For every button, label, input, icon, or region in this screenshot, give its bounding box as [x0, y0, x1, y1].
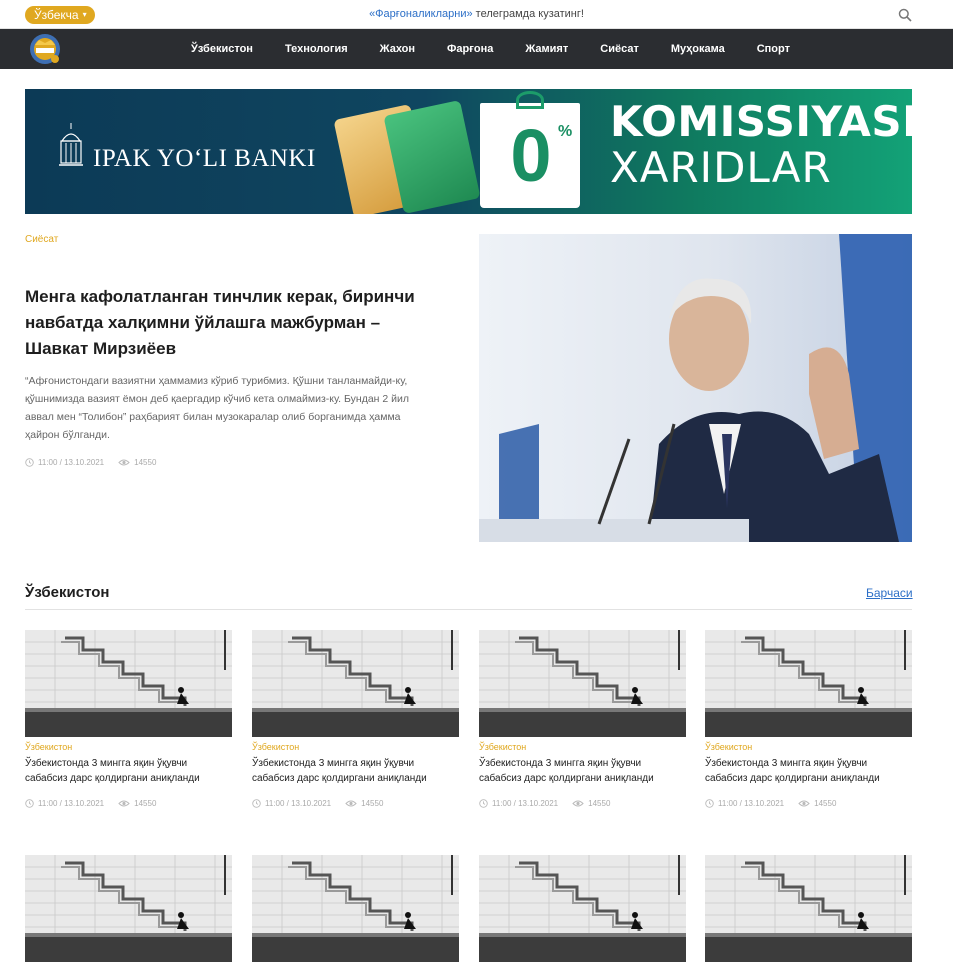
news-card-title[interactable]: Ўзбекистонда 3 мингга яқин ўқувчи сабабс… — [252, 756, 452, 786]
news-card-category[interactable]: Ўзбекистон — [479, 742, 686, 752]
shopping-bag-graphic: 0 % — [480, 91, 580, 208]
main-navbar: Ўзбекистон Технология Жахон Фарғона Жами… — [0, 29, 953, 69]
primary-nav: Ўзбекистон Технология Жахон Фарғона Жами… — [175, 29, 806, 69]
ad-banner[interactable]: IPAK YO‘LI BANKI 0 % KOMISSIYASIZ XARIDL… — [25, 89, 912, 214]
telegram-link[interactable]: «Фарғоналикларни» — [369, 8, 473, 20]
nav-item-society[interactable]: Жамият — [525, 43, 568, 55]
news-card-thumbnail[interactable] — [479, 630, 686, 737]
banner-headline: KOMISSIYASIZ XARIDLAR — [610, 101, 912, 189]
nav-item-sport[interactable]: Спорт — [757, 43, 790, 55]
news-card-time: 11:00 / 13.10.2021 — [38, 799, 105, 808]
news-card-title[interactable]: Ўзбекистонда 3 мингга яқин ўқувчи сабабс… — [25, 756, 225, 786]
clock-icon — [705, 799, 714, 808]
news-card-thumbnail[interactable] — [25, 630, 232, 737]
news-card-views: 14550 — [361, 799, 384, 808]
news-card-views: 14550 — [588, 799, 611, 808]
news-card-time: 11:00 / 13.10.2021 — [492, 799, 559, 808]
news-card-thumbnail[interactable] — [25, 855, 232, 962]
featured-meta: 11:00 / 13.10.2021 14550 — [25, 458, 156, 467]
section-title: Ўзбекистон — [25, 584, 110, 601]
news-card-views: 14550 — [814, 799, 837, 808]
clock-icon — [25, 458, 34, 467]
news-card-thumbnail[interactable] — [705, 855, 912, 962]
eye-icon — [345, 799, 357, 808]
telegram-promo: «Фарғоналикларни» телеграмда кузатинг! — [0, 8, 953, 20]
site-logo[interactable] — [27, 31, 63, 67]
section-divider — [25, 609, 912, 610]
news-card[interactable]: Ўзбекистон Ўзбекистонда 3 мингга яқин ўқ… — [252, 630, 459, 808]
news-card-title[interactable]: Ўзбекистонда 3 мингга яқин ўқувчи сабабс… — [479, 756, 679, 786]
news-card-meta: 11:00 / 13.10.2021 14550 — [25, 799, 232, 808]
news-card-thumbnail[interactable] — [479, 855, 686, 962]
clock-icon — [25, 799, 34, 808]
nav-item-technology[interactable]: Технология — [285, 43, 348, 55]
news-card-thumbnail[interactable] — [705, 630, 912, 737]
featured-excerpt: “Афғонистондаги вазиятни ҳаммамиз кўриб … — [25, 375, 410, 441]
featured-time: 11:00 / 13.10.2021 — [38, 458, 105, 467]
nav-item-politics[interactable]: Сиёсат — [600, 43, 639, 55]
clock-icon — [479, 799, 488, 808]
banner-headline-line1: KOMISSIYASIZ — [610, 97, 912, 146]
bank-name: IPAK YO‘LI BANKI — [93, 145, 316, 172]
news-card-time: 11:00 / 13.10.2021 — [265, 799, 332, 808]
news-card[interactable]: Ўзбекистон Ўзбекистонда 3 мингга яқин ўқ… — [705, 630, 912, 808]
news-card-thumbnail[interactable] — [252, 630, 459, 737]
news-card-category[interactable]: Ўзбекистон — [25, 742, 232, 752]
eye-icon — [118, 458, 130, 467]
news-card[interactable]: Ўзбекистон Ўзбекистонда 3 мингга яқин ўқ… — [479, 630, 686, 808]
news-card-thumbnail[interactable] — [252, 855, 459, 962]
news-card-category[interactable]: Ўзбекистон — [252, 742, 459, 752]
bag-handle — [516, 91, 544, 109]
nav-item-world[interactable]: Жахон — [380, 43, 415, 55]
nav-item-fergana[interactable]: Фарғона — [447, 43, 493, 55]
news-card-time: 11:00 / 13.10.2021 — [718, 799, 785, 808]
news-card-category[interactable]: Ўзбекистон — [705, 742, 912, 752]
eye-icon — [798, 799, 810, 808]
featured-views: 14550 — [134, 458, 157, 467]
clock-icon — [252, 799, 261, 808]
zero-percent-number: 0 — [510, 114, 552, 197]
see-all-link[interactable]: Барчаси — [866, 586, 913, 600]
news-card[interactable]: Ўзбекистон Ўзбекистонда 3 мингга яқин ўқ… — [25, 630, 232, 808]
search-icon[interactable] — [898, 8, 912, 22]
eye-icon — [118, 799, 130, 808]
percent-sign: % — [558, 123, 573, 140]
featured-photo[interactable] — [479, 234, 912, 542]
telegram-promo-text: телеграмда кузатинг! — [472, 8, 584, 20]
news-card-title[interactable]: Ўзбекистонда 3 мингга яқин ўқувчи сабабс… — [705, 756, 905, 786]
news-card-meta: 11:00 / 13.10.2021 14550 — [252, 799, 459, 808]
nav-item-discussion[interactable]: Муҳокама — [671, 43, 725, 55]
news-card-meta: 11:00 / 13.10.2021 14550 — [479, 799, 686, 808]
featured-category[interactable]: Сиёсат — [25, 234, 58, 245]
featured-title[interactable]: Менга кафолатланган тинчлик керак, бирин… — [25, 284, 445, 362]
top-bar: Ўзбекча ▾ «Фарғоналикларни» телеграмда к… — [0, 0, 953, 29]
nav-item-uzbekistan[interactable]: Ўзбекистон — [191, 43, 253, 55]
news-card-views: 14550 — [134, 799, 157, 808]
eye-icon — [572, 799, 584, 808]
news-card-meta: 11:00 / 13.10.2021 14550 — [705, 799, 912, 808]
bank-logo-icon — [59, 123, 83, 166]
banner-headline-line2: XARIDLAR — [610, 143, 832, 192]
